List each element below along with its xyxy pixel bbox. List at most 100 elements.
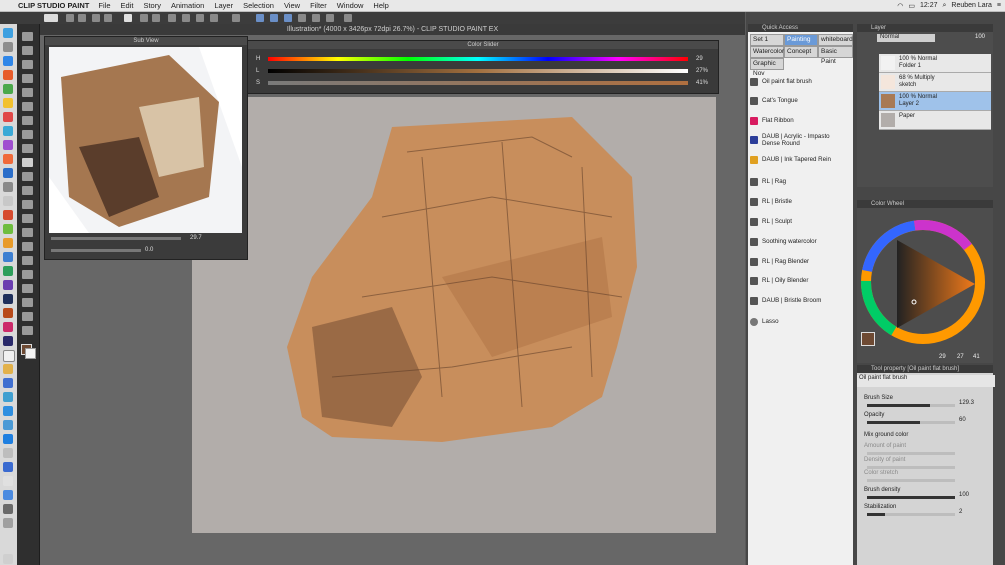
sub-color-swatch[interactable] [25, 348, 36, 359]
transform-icon[interactable] [182, 14, 190, 22]
brush-tool-icon[interactable] [22, 158, 33, 167]
calendar-icon[interactable] [3, 112, 13, 122]
app-icon[interactable] [3, 406, 13, 416]
app-icon[interactable] [3, 490, 13, 500]
blend-mode-select[interactable]: Normal [877, 34, 935, 42]
layer-row[interactable]: 68 % Multiply sketch [879, 73, 991, 92]
brush-item[interactable]: RL | Rag Blender [750, 252, 849, 271]
cut-icon[interactable] [196, 14, 204, 22]
canvas-icon[interactable] [124, 14, 132, 22]
app-icon[interactable] [3, 420, 13, 430]
perspective-icon[interactable] [284, 14, 292, 22]
search-icon[interactable]: ⌕ [943, 2, 947, 10]
snap-icon[interactable] [232, 14, 240, 22]
shortcut-icon[interactable] [326, 14, 334, 22]
color-wheel[interactable] [857, 210, 993, 350]
airbrush-tool-icon[interactable] [22, 172, 33, 181]
set-tab-basic-paint[interactable]: Basic Paint [818, 46, 853, 65]
preview-icon[interactable] [3, 196, 13, 206]
stabilization-row[interactable]: Stabilization 2 [864, 504, 986, 516]
app-icon[interactable] [3, 518, 13, 528]
opacity-slider[interactable] [867, 421, 955, 424]
current-color-swatch[interactable] [861, 332, 875, 346]
operation-tool-icon[interactable] [22, 60, 33, 69]
info-icon[interactable] [298, 14, 306, 22]
menu-file[interactable]: File [98, 1, 110, 10]
brush-item[interactable]: DAUB | Acrylic - Impasto Dense Round [750, 130, 849, 149]
save-icon[interactable] [92, 14, 100, 22]
fill-icon[interactable] [210, 14, 218, 22]
stabilization-slider[interactable] [867, 513, 955, 516]
aftereffects-icon[interactable] [3, 336, 13, 346]
settings-icon[interactable] [312, 14, 320, 22]
eyedropper-tool-icon[interactable] [22, 116, 33, 125]
pages-icon[interactable] [3, 238, 13, 248]
blend-tool-icon[interactable] [22, 214, 33, 223]
layer-row[interactable]: Paper [879, 111, 991, 130]
balloon-tool-icon[interactable] [22, 312, 33, 321]
set-tab-watercolor[interactable]: Watercolor [750, 46, 784, 58]
brush-item[interactable]: Oil paint flat brush [750, 72, 849, 91]
app-icon[interactable] [3, 434, 13, 444]
user-name[interactable]: Reuben Lara [951, 2, 991, 9]
hue-slider[interactable] [268, 57, 688, 61]
brush-size-row[interactable]: Brush Size 129.3 [864, 395, 986, 407]
set-tab-concept[interactable]: Concept [784, 46, 818, 58]
mail-icon[interactable] [3, 126, 13, 136]
appstore-icon[interactable] [3, 168, 13, 178]
mix-ground-color-row[interactable]: Mix ground color [864, 432, 986, 438]
spotify-icon[interactable] [3, 266, 13, 276]
menu-layer[interactable]: Layer [214, 1, 233, 10]
set-tab-whiteboard[interactable]: whiteboard [818, 34, 853, 46]
brush-item[interactable]: Lasso [750, 312, 849, 331]
frame-tool-icon[interactable] [22, 270, 33, 279]
brush-density-row[interactable]: Brush density 100 [864, 487, 986, 499]
menu-help[interactable]: Help [373, 1, 388, 10]
illustrator-icon[interactable] [3, 308, 13, 318]
app-icon[interactable] [3, 504, 13, 514]
canvas-paper[interactable] [192, 97, 716, 533]
clear-icon[interactable] [168, 14, 176, 22]
indesign-icon[interactable] [3, 322, 13, 332]
menu-story[interactable]: Story [143, 1, 161, 10]
zoom-slider[interactable] [51, 237, 181, 240]
notes-icon[interactable] [3, 98, 13, 108]
opacity-row[interactable]: Opacity 60 [864, 412, 986, 424]
keynote-icon[interactable] [3, 252, 13, 262]
new-icon[interactable] [66, 14, 74, 22]
undo-icon[interactable] [140, 14, 148, 22]
photos-icon[interactable] [3, 154, 13, 164]
pencil-tool-icon[interactable] [22, 144, 33, 153]
decoration-tool-icon[interactable] [22, 186, 33, 195]
move-layer-tool-icon[interactable] [22, 74, 33, 83]
battery-icon[interactable]: ▭ [908, 2, 915, 10]
ruler-tool-icon[interactable] [22, 284, 33, 293]
camera-icon[interactable] [344, 14, 352, 22]
menu-icon[interactable] [44, 14, 58, 22]
launchpad-icon[interactable] [3, 42, 13, 52]
finder-icon[interactable] [3, 28, 13, 38]
app-menu[interactable]: CLIP STUDIO PAINT [18, 1, 89, 10]
brush-item[interactable]: RL | Rag [750, 172, 849, 191]
menu-window[interactable]: Window [337, 1, 364, 10]
menu-filter[interactable]: Filter [310, 1, 327, 10]
app-icon[interactable] [3, 462, 13, 472]
trash-icon[interactable] [3, 554, 13, 564]
menu-animation[interactable]: Animation [171, 1, 204, 10]
open-icon[interactable] [78, 14, 86, 22]
settings-app-icon[interactable] [3, 182, 13, 192]
music-icon[interactable] [3, 210, 13, 220]
eraser-tool-icon[interactable] [22, 200, 33, 209]
brush-item[interactable]: Soothing watercolor [750, 232, 849, 251]
figure-tool-icon[interactable] [22, 256, 33, 265]
clipstudio-icon[interactable] [3, 350, 15, 362]
ruler-icon[interactable] [256, 14, 264, 22]
layer-opacity[interactable]: 100 [975, 34, 985, 40]
brush-item[interactable]: Flat Ribbon [750, 111, 849, 130]
menu-view[interactable]: View [284, 1, 300, 10]
ps-icon[interactable] [3, 280, 13, 290]
set-tab-painting[interactable]: Painting [784, 34, 818, 46]
app-icon[interactable] [3, 392, 13, 402]
correct-line-tool-icon[interactable] [22, 326, 33, 335]
layer-row-selected[interactable]: 100 % Normal Layer 2 [879, 92, 991, 111]
